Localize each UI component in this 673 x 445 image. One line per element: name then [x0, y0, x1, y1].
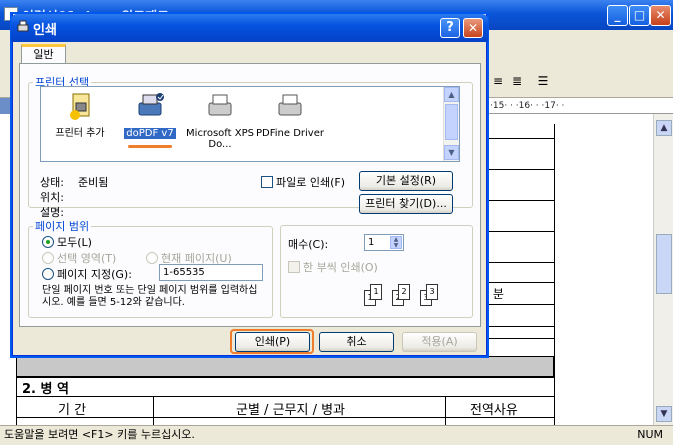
ruler: ·15· · ·16· · ·17· ·: [486, 98, 673, 114]
radio-all[interactable]: 모두(L): [42, 234, 92, 250]
align-right-icon[interactable]: ≣: [507, 74, 527, 92]
selection-underline: [128, 145, 172, 148]
printer-icon: [17, 20, 29, 32]
checkbox-box[interactable]: [261, 176, 273, 188]
print-button[interactable]: 인쇄(P): [235, 332, 310, 352]
status-text: 도움말을 보려면 <F1> 키를 누르십시오.: [4, 428, 195, 441]
num-lock-indicator: NUM: [637, 428, 663, 441]
printer-icon: [138, 93, 164, 116]
scroll-up-icon[interactable]: ▲: [444, 87, 459, 102]
apply-button: 적용(A): [402, 332, 477, 352]
section-heading: 2. 병 역: [22, 382, 69, 397]
printer-item-pdfine[interactable]: PDFine Driver: [255, 91, 325, 139]
copies-value: 1: [368, 237, 375, 248]
printer-item-dopdf[interactable]: doPDF v7: [115, 91, 185, 148]
print-to-file-checkbox[interactable]: 파일로 인쇄(F): [261, 174, 345, 190]
collate-label: 한 부씩 인쇄(O): [303, 261, 378, 274]
print-to-file-label: 파일로 인쇄(F): [276, 176, 346, 189]
preferences-button[interactable]: 기본 설정(R): [359, 171, 453, 191]
radio-pages-label: 페이지 지정(G):: [57, 268, 132, 281]
checkbox-box: [288, 261, 300, 273]
page-icon: 1: [370, 284, 382, 300]
printer-icon: [278, 94, 302, 116]
copies-label: 매수(C):: [288, 238, 329, 251]
scroll-down-icon[interactable]: ▼: [444, 145, 459, 160]
page-range-label: 페이지 범위: [35, 220, 90, 233]
close-dialog-button[interactable]: ✕: [463, 18, 483, 38]
scroll-up-icon[interactable]: ▲: [656, 120, 672, 136]
radio-pages[interactable]: 페이지 지정(G):: [42, 266, 132, 282]
location-label: 위치:: [40, 191, 64, 204]
vertical-scrollbar[interactable]: ▲ ▼: [653, 114, 673, 425]
print-dialog: 인쇄 ? ✕ 일반 프린터 선택 프린터 추가 doPDF v7 Microso…: [11, 14, 488, 356]
page-range-help: 단일 페이지 번호 또는 단일 페이지 범위를 입력하십시오. 예를 들면 5-…: [42, 285, 258, 308]
pages-input[interactable]: 1-65535: [159, 264, 263, 281]
add-printer-icon: [70, 93, 90, 120]
printer-item-xps[interactable]: Microsoft XPS Do...: [185, 91, 255, 150]
find-printer-button[interactable]: 프린터 찾기(D)...: [359, 194, 453, 214]
collate-checkbox: 한 부씩 인쇄(O): [288, 259, 378, 275]
radio-button: [42, 252, 54, 264]
radio-button: [146, 252, 158, 264]
column-discharge: 전역사유: [470, 403, 518, 418]
printer-icon: [208, 94, 232, 116]
tab-panel: 프린터 선택 프린터 추가 doPDF v7 Microsoft XPS Do.…: [19, 63, 481, 327]
printer-item-add[interactable]: 프린터 추가: [45, 91, 115, 139]
column-period: 기 간: [58, 403, 87, 418]
printer-list-scrollbar[interactable]: ▲ ▼: [443, 87, 459, 161]
maximize-button[interactable]: □: [629, 5, 650, 26]
dialog-title: 인쇄: [33, 23, 57, 38]
scroll-thumb[interactable]: [445, 104, 458, 140]
close-app-button[interactable]: ✕: [650, 5, 671, 26]
printer-label: PDFine Driver: [256, 128, 324, 139]
status-value: 준비됨: [78, 176, 109, 189]
page-icon: 2: [398, 284, 410, 300]
printer-label: 프린터 추가: [55, 128, 105, 139]
radio-all-label: 모두(L): [57, 236, 92, 249]
printer-label-selected: doPDF v7: [124, 128, 176, 139]
dialog-titlebar[interactable]: 인쇄 ? ✕: [11, 14, 488, 42]
radio-button[interactable]: [42, 236, 54, 248]
column-service: 군별 / 근무지 / 병과: [236, 403, 346, 418]
spinner-icon[interactable]: ▲ ▼: [390, 236, 402, 249]
copies-stepper[interactable]: 1 ▲ ▼: [364, 234, 404, 251]
radio-button[interactable]: [42, 268, 54, 280]
tab-general[interactable]: 일반: [21, 44, 66, 64]
scroll-down-icon[interactable]: ▼: [656, 406, 672, 422]
cancel-button[interactable]: 취소: [319, 332, 394, 352]
printer-list[interactable]: 프린터 추가 doPDF v7 Microsoft XPS Do... PDFi…: [40, 86, 460, 162]
page-icon: 3: [426, 284, 438, 300]
bullets-icon[interactable]: ☰: [533, 74, 553, 92]
printer-label: Microsoft XPS Do...: [186, 128, 254, 150]
scroll-thumb[interactable]: [656, 234, 672, 294]
minimize-button[interactable]: _: [607, 5, 628, 26]
radio-selection-label: 선택 영역(T): [57, 252, 117, 265]
status-label: 상태:: [40, 176, 64, 189]
help-button[interactable]: ?: [440, 18, 460, 38]
radio-selection: 선택 영역(T): [42, 250, 116, 266]
status-bar: 도움말을 보려면 <F1> 키를 누르십시오. NUM: [0, 425, 673, 445]
align-center-icon[interactable]: ≡: [488, 74, 508, 92]
